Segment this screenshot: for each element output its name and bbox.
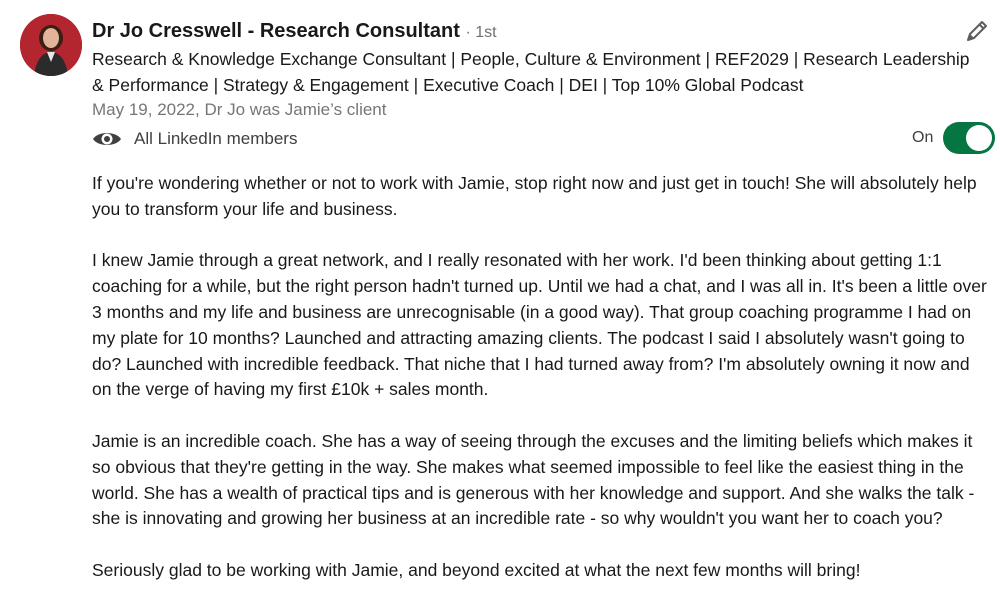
- recommendation-text: If you're wondering whether or not to wo…: [92, 171, 987, 610]
- recommendation-paragraph: Seriously glad to be working with Jamie,…: [92, 559, 861, 580]
- avatar[interactable]: [20, 14, 82, 76]
- recommendation-paragraph: Jamie is an incredible coach. She has a …: [92, 430, 975, 529]
- toggle-state-label: On: [912, 129, 934, 146]
- recommendation-paragraph: If you're wondering whether or not to wo…: [92, 173, 977, 219]
- toggle-knob: [966, 125, 993, 151]
- pencil-icon: [967, 21, 987, 41]
- eye-icon: [93, 133, 121, 145]
- connection-degree: · 1st: [465, 24, 497, 41]
- recommender-header: Dr Jo Cresswell - Research Consultant · …: [92, 18, 497, 46]
- recommender-headline: Research & Knowledge Exchange Consultant…: [92, 49, 970, 95]
- visibility-setting: All LinkedIn members: [92, 126, 297, 152]
- relationship-meta: May 19, 2022, Dr Jo was Jamie’s client: [92, 100, 387, 119]
- visibility-toggle-group: On: [912, 122, 996, 154]
- recommendation-card: Dr Jo Cresswell - Research Consultant · …: [0, 0, 1000, 616]
- recommender-name[interactable]: Dr Jo Cresswell - Research Consultant: [92, 20, 460, 42]
- recommendation-paragraph: I knew Jamie through a great network, an…: [92, 250, 987, 400]
- visibility-toggle[interactable]: [943, 122, 996, 154]
- visibility-label: All LinkedIn members: [134, 129, 298, 148]
- edit-button[interactable]: [962, 16, 992, 46]
